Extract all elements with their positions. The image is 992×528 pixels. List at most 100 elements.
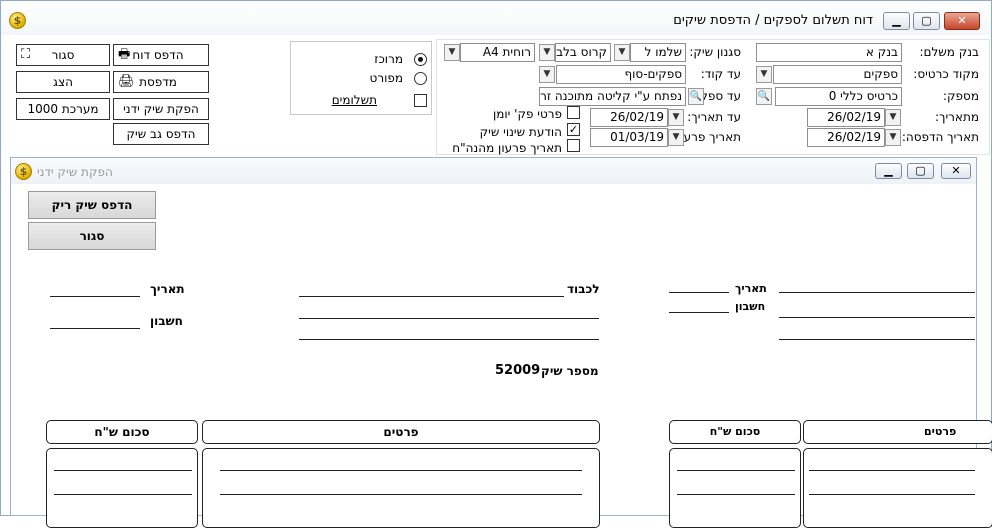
supplier-search-icon[interactable]: 🔍 — [756, 88, 772, 105]
account-label: חשבון — [150, 314, 183, 328]
mode-detailed-label: מפורט — [369, 71, 403, 85]
check-change-notice-checkbox[interactable]: ✓ — [567, 123, 580, 136]
right-amount-column — [669, 448, 801, 528]
payer-bank-label: בנק משלם: — [919, 45, 979, 59]
amount-column — [46, 448, 198, 528]
inner-title-bar: $ הפקת שיק ידני ▁ ▢ ✕ — [11, 158, 976, 184]
mode-panel: מרוכז מפורט תשלומים — [290, 41, 432, 115]
print-date-field[interactable]: 26/02/19 — [807, 128, 885, 147]
card-code-dropdown-icon[interactable]: ▼ — [756, 66, 772, 83]
mode-centralized-label: מרוכז — [374, 52, 403, 66]
details-line-1 — [220, 470, 582, 471]
coin-icon: $ — [9, 12, 26, 29]
font-dropdown-icon[interactable]: ▼ — [539, 44, 555, 61]
right-line-1 — [779, 292, 975, 293]
right-details-line-1 — [809, 470, 975, 471]
right-details-header: פרטים — [803, 420, 992, 444]
right-amount-line-1 — [677, 470, 795, 471]
amount-line-1 — [54, 470, 192, 471]
payments-checkbox[interactable] — [414, 94, 427, 107]
date-line — [50, 296, 140, 297]
card-code-label: מקוד כרטיס: — [913, 67, 979, 81]
title-bar: $ דוח תשלום לספקים / הדפסת שיקים ▁ ▢ ✕ — [1, 1, 991, 35]
mode-payments-label: תשלומים — [331, 93, 377, 107]
due-date-mgr-checkbox[interactable] — [567, 139, 580, 152]
report-print-icon: 🖶 — [118, 47, 131, 62]
paper-dropdown-icon[interactable]: ▼ — [444, 44, 460, 61]
print-report-button[interactable]: 🖶 הדפס דוח — [113, 44, 209, 66]
inner-window-title: הפקת שיק ידני — [37, 165, 113, 179]
right-amount-line-2 — [677, 494, 795, 495]
to-line-1 — [299, 296, 564, 297]
exit-icon: ⛶ — [21, 47, 31, 62]
due-date-dropdown-icon[interactable]: ▼ — [668, 129, 684, 146]
print-date-label: תאריך הדפסה: — [901, 130, 979, 144]
printer-icon: 🖨 — [118, 74, 135, 89]
check-number-value: 52009 — [495, 363, 541, 378]
to-line-3 — [299, 339, 599, 340]
to-line-2 — [299, 318, 599, 319]
from-date-field[interactable]: 26/02/19 — [807, 108, 885, 127]
print-date-dropdown-icon[interactable]: ▼ — [885, 129, 901, 146]
supplier-field[interactable]: כרטיס כללי 0 — [775, 87, 902, 106]
right-date-label: תאריך — [735, 282, 767, 295]
check-style-dropdown-icon[interactable]: ▼ — [614, 44, 630, 61]
window-title: דוח תשלום לספקים / הדפסת שיקים — [673, 13, 873, 28]
right-line-2 — [779, 317, 975, 318]
manual-check-window: $ הפקת שיק ידני ▁ ▢ ✕ הדפס שיק ריק סגור … — [10, 157, 992, 528]
journal-details-label: פרטי פק' יומן — [492, 107, 562, 121]
right-details-column — [803, 448, 992, 528]
to-code-dropdown-icon[interactable]: ▼ — [539, 66, 555, 83]
to-code-field[interactable]: ספקים-סוף — [556, 65, 686, 84]
to-supplier-field[interactable]: נפתח ע"י קליטה מתוכנה זרה 0 — [539, 87, 686, 106]
coin-icon: $ — [15, 163, 32, 180]
account-line — [50, 328, 140, 329]
details-column — [202, 448, 600, 528]
from-date-dropdown-icon[interactable]: ▼ — [885, 109, 901, 126]
mode-centralized-radio[interactable] — [414, 53, 427, 66]
amount-line-2 — [54, 494, 192, 495]
close-window-button[interactable]: ✕ — [944, 12, 980, 30]
printer-button[interactable]: 🖨 מדפסת — [113, 71, 209, 93]
show-button[interactable]: הצג — [16, 71, 110, 93]
journal-details-checkbox[interactable] — [567, 106, 580, 119]
to-label: לכבוד — [567, 282, 600, 296]
right-line-3 — [779, 339, 975, 340]
print-blank-check-button[interactable]: הדפס שיק ריק — [28, 191, 156, 219]
print-check-back-button[interactable]: הדפס גב שיק — [113, 123, 209, 145]
details-line-2 — [220, 494, 582, 495]
right-date-line — [669, 292, 729, 293]
date-label: תאריך — [150, 282, 185, 296]
inner-maximize-button[interactable]: ▢ — [907, 163, 934, 179]
mode-detailed-radio[interactable] — [414, 72, 427, 85]
from-date-label: מתאריך: — [934, 110, 979, 124]
inner-minimize-button[interactable]: ▁ — [875, 163, 902, 179]
to-date-label: עד תאריך: — [687, 110, 741, 124]
right-account-label: חשבון — [735, 300, 766, 313]
to-supplier-search-icon[interactable]: 🔍 — [688, 88, 704, 105]
check-style-field[interactable]: שלמו ל — [630, 43, 686, 62]
manual-check-button[interactable]: הפקת שיק ידני — [113, 98, 209, 120]
to-date-field[interactable]: 26/02/19 — [590, 108, 668, 127]
details-header: פרטים — [202, 420, 600, 444]
font-field[interactable]: קרוס בלב׳ — [555, 43, 611, 62]
inner-close-button[interactable]: ✕ — [941, 163, 971, 179]
close-button[interactable]: ⛶ סגור — [16, 44, 110, 66]
minimize-button[interactable]: ▁ — [883, 12, 910, 30]
paper-field[interactable]: רוחית A4 — [460, 43, 535, 62]
right-amount-header: סכום ש"ח — [669, 420, 801, 444]
card-code-field[interactable]: ספקים — [773, 65, 902, 84]
due-date-mgr-label: תאריך פרעון מהנה"ח — [452, 141, 562, 155]
to-code-label: עד קוד: — [700, 67, 741, 81]
check-number-label: מספר שיק — [541, 364, 599, 378]
supplier-label: מספק: — [943, 89, 979, 103]
payer-bank-field[interactable]: בנק א — [756, 43, 902, 62]
inner-close-action-button[interactable]: סגור — [28, 222, 156, 250]
to-date-dropdown-icon[interactable]: ▼ — [668, 109, 684, 126]
maximize-button[interactable]: ▢ — [913, 12, 940, 30]
system-button[interactable]: מערכת 1000 — [16, 98, 110, 120]
check-style-label: סגנון שיק: — [689, 45, 741, 59]
check-change-notice-label: הודעת שינוי שיק — [479, 125, 562, 139]
due-date-field[interactable]: 01/03/19 — [590, 128, 668, 147]
right-account-line — [669, 312, 729, 313]
